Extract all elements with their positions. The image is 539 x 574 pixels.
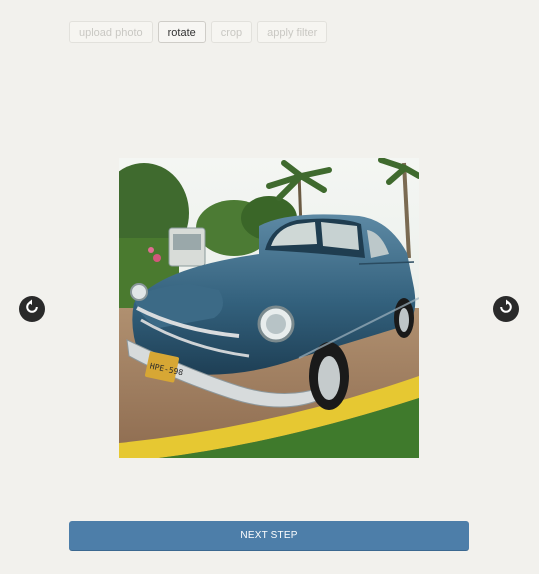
tab-apply-filter[interactable]: apply filter [257,21,328,43]
next-step-button[interactable]: NEXT STEP [69,521,469,551]
rotate-right-button[interactable] [493,296,519,322]
photo-preview: HPE-598 [119,158,419,458]
rotate-left-icon [24,299,40,320]
rotate-left-button[interactable] [19,296,45,322]
tab-crop[interactable]: crop [210,21,253,43]
editor-step-tabs: upload photo rotate crop apply filter [69,21,328,43]
tab-upload-photo[interactable]: upload photo [69,21,153,43]
tab-rotate[interactable]: rotate [157,21,206,43]
rotate-right-icon [498,299,514,320]
